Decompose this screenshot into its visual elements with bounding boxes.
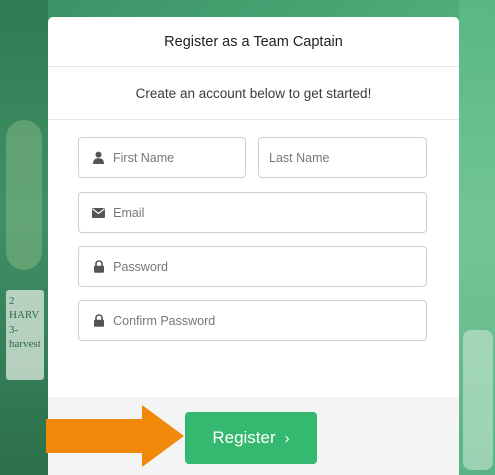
- background-figure: [6, 120, 42, 270]
- card-subtitle: Create an account below to get started!: [135, 85, 372, 101]
- password-field[interactable]: [78, 246, 427, 287]
- confirm-password-input[interactable]: [113, 313, 426, 328]
- envelope-icon: [92, 206, 106, 220]
- lock-icon: [92, 260, 105, 274]
- password-input[interactable]: [113, 259, 426, 274]
- email-field[interactable]: [78, 192, 427, 233]
- card-subheader: Create an account below to get started!: [48, 67, 459, 120]
- first-name-input[interactable]: [113, 150, 245, 165]
- user-icon: [92, 151, 105, 165]
- last-name-field[interactable]: [258, 137, 427, 178]
- register-button-label: Register: [212, 428, 276, 447]
- chevron-right-icon: ›: [284, 429, 290, 447]
- arrow-pointer-icon: [46, 405, 184, 467]
- card-header: Register as a Team Captain: [48, 17, 459, 67]
- lock-icon: [92, 314, 105, 328]
- first-name-field[interactable]: [78, 137, 246, 178]
- background-sign: 2 HARV 3-harvest: [6, 290, 44, 380]
- background-sign-text: 2 HARV 3-harvest: [9, 295, 41, 350]
- last-name-input[interactable]: [269, 150, 426, 165]
- register-button[interactable]: Register ›: [185, 412, 317, 464]
- background-highlight: [463, 330, 493, 470]
- confirm-password-field[interactable]: [78, 300, 427, 341]
- email-input[interactable]: [113, 205, 426, 220]
- card-title: Register as a Team Captain: [164, 33, 343, 50]
